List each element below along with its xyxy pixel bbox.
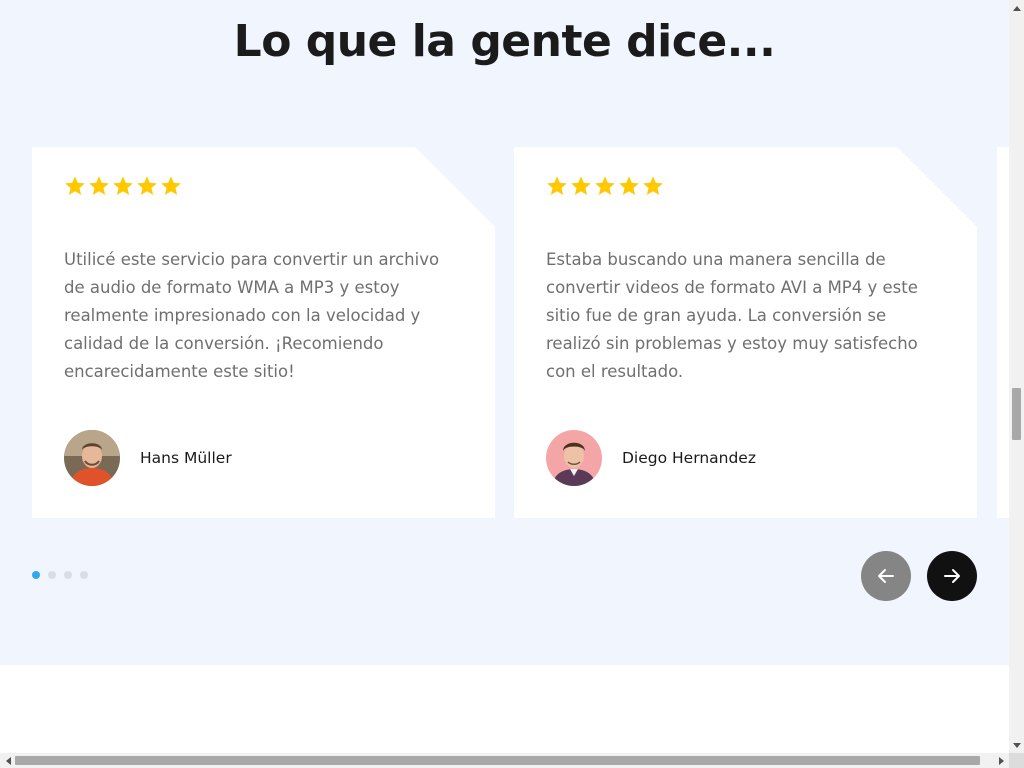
horizontal-scrollbar[interactable]	[0, 753, 1009, 768]
testimonial-card: Estaba buscando una manera sencilla de c…	[514, 147, 977, 518]
star-icon	[65, 176, 85, 195]
testimonial-author: Hans Müller	[64, 430, 232, 486]
star-icon	[547, 176, 567, 195]
star-icon	[89, 176, 109, 195]
vertical-scroll-thumb[interactable]	[1012, 388, 1021, 440]
section-title: Lo que la gente dice...	[233, 16, 776, 67]
avatar	[64, 430, 120, 486]
star-icon	[571, 176, 591, 195]
star-icon	[619, 176, 639, 195]
star-rating	[546, 175, 664, 197]
scroll-left-arrow-icon[interactable]	[0, 753, 15, 768]
scroll-down-arrow-icon[interactable]	[1009, 738, 1024, 753]
carousel-dot[interactable]	[48, 571, 56, 579]
card-corner-decoration	[415, 147, 495, 227]
vertical-scrollbar[interactable]	[1009, 0, 1024, 753]
testimonial-card: Utilicé este servicio para convertir un …	[32, 147, 495, 518]
carousel-prev-button[interactable]	[861, 551, 911, 601]
carousel-dot[interactable]	[80, 571, 88, 579]
avatar	[546, 430, 602, 486]
card-corner-decoration	[897, 147, 977, 227]
star-rating	[64, 175, 182, 197]
testimonials-section: Lo que la gente dice... Utilicé este ser…	[0, 0, 1009, 665]
scroll-right-arrow-icon[interactable]	[994, 753, 1009, 768]
horizontal-scroll-thumb[interactable]	[15, 756, 980, 765]
testimonial-quote: Estaba buscando una manera sencilla de c…	[546, 250, 918, 381]
page-viewport: Lo que la gente dice... Utilicé este ser…	[0, 0, 1009, 753]
star-icon	[137, 176, 157, 195]
arrow-right-icon	[944, 569, 960, 583]
carousel-dot[interactable]	[32, 571, 40, 579]
author-name: Hans Müller	[140, 449, 232, 467]
testimonial-author: Diego Hernandez	[546, 430, 756, 486]
testimonial-quote: Utilicé este servicio para convertir un …	[64, 250, 440, 381]
scrollbar-corner	[1009, 753, 1024, 768]
star-icon	[595, 176, 615, 195]
carousel-pagination	[32, 571, 88, 579]
star-icon	[643, 176, 663, 195]
star-icon	[161, 176, 181, 195]
carousel-next-button[interactable]	[927, 551, 977, 601]
author-name: Diego Hernandez	[622, 449, 756, 467]
star-icon	[113, 176, 133, 195]
testimonial-card-partial	[997, 147, 1009, 518]
arrow-left-icon	[878, 569, 894, 583]
carousel-dot[interactable]	[64, 571, 72, 579]
scroll-up-arrow-icon[interactable]	[1009, 0, 1024, 15]
